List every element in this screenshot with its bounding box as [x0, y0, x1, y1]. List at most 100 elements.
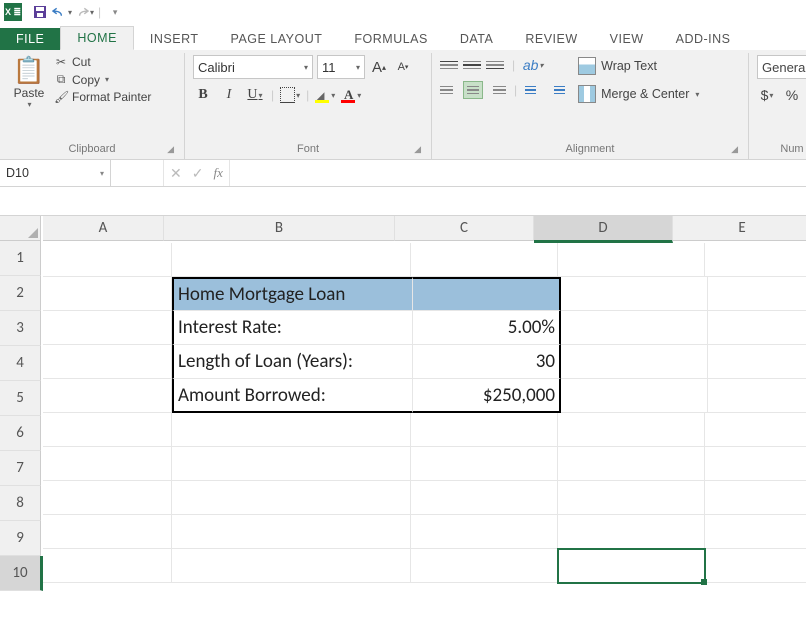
fill-color-button[interactable]: ◢▾: [315, 85, 335, 105]
cell-A8[interactable]: [43, 481, 172, 515]
cell-D3[interactable]: [561, 311, 708, 345]
cell-B10[interactable]: [172, 549, 411, 583]
enter-formula-icon[interactable]: ✓: [192, 165, 204, 182]
row-header-7[interactable]: 7: [0, 451, 41, 486]
clipboard-launcher-icon[interactable]: ◢: [167, 144, 174, 155]
name-box[interactable]: D10▾: [0, 160, 111, 186]
row-header-5[interactable]: 5: [0, 381, 41, 416]
cell-D9[interactable]: [558, 515, 705, 549]
tab-page-layout[interactable]: PAGE LAYOUT: [215, 28, 339, 50]
format-painter-button[interactable]: 🖌Format Painter: [54, 90, 151, 104]
align-bottom-button[interactable]: [486, 57, 504, 73]
percent-format-button[interactable]: %: [782, 85, 802, 105]
align-right-button[interactable]: [488, 82, 506, 98]
cell-E10[interactable]: [705, 549, 806, 583]
cell-A1[interactable]: [43, 243, 172, 277]
cell-E2[interactable]: [708, 277, 806, 311]
cell-B7[interactable]: [172, 447, 411, 481]
redo-icon[interactable]: ▾: [74, 2, 94, 22]
save-icon[interactable]: [30, 2, 50, 22]
col-header-B[interactable]: B: [164, 216, 395, 241]
cell-C10[interactable]: [411, 549, 558, 583]
cell-A3[interactable]: [43, 311, 172, 345]
col-header-C[interactable]: C: [395, 216, 534, 241]
cancel-formula-icon[interactable]: ✕: [170, 165, 182, 182]
tab-review[interactable]: REVIEW: [509, 28, 593, 50]
cell-C4[interactable]: 30: [413, 345, 561, 379]
cell-A9[interactable]: [43, 515, 172, 549]
cell-C7[interactable]: [411, 447, 558, 481]
cell-D1[interactable]: [558, 243, 705, 277]
cell-C5[interactable]: $250,000: [413, 379, 561, 413]
row-header-6[interactable]: 6: [0, 416, 41, 451]
cell-A7[interactable]: [43, 447, 172, 481]
merge-center-button[interactable]: Merge & Center▾: [574, 83, 703, 105]
cell-C2[interactable]: [413, 277, 561, 311]
cell-E8[interactable]: [705, 481, 806, 515]
cell-A6[interactable]: [43, 413, 172, 447]
align-center-button[interactable]: [463, 81, 483, 99]
row-header-2[interactable]: 2: [0, 276, 41, 311]
formula-input[interactable]: [230, 160, 806, 186]
align-middle-button[interactable]: [463, 57, 481, 73]
font-color-button[interactable]: A▾: [341, 85, 361, 105]
cell-E4[interactable]: [708, 345, 806, 379]
cell-D10[interactable]: [558, 549, 705, 583]
row-header-10[interactable]: 10: [0, 556, 43, 591]
row-header-3[interactable]: 3: [0, 311, 41, 346]
wrap-text-button[interactable]: Wrap Text: [574, 55, 703, 77]
cell-D4[interactable]: [561, 345, 708, 379]
select-all-corner[interactable]: [0, 216, 41, 241]
row-header-9[interactable]: 9: [0, 521, 41, 556]
cell-E9[interactable]: [705, 515, 806, 549]
cell-A10[interactable]: [43, 549, 172, 583]
tab-view[interactable]: VIEW: [594, 28, 660, 50]
col-header-A[interactable]: A: [43, 216, 164, 241]
cell-B9[interactable]: [172, 515, 411, 549]
cell-B1[interactable]: [172, 243, 411, 277]
cell-C6[interactable]: [411, 413, 558, 447]
col-header-D[interactable]: D: [534, 216, 673, 243]
cell-E6[interactable]: [705, 413, 806, 447]
tab-home[interactable]: HOME: [60, 26, 134, 50]
grow-font-button[interactable]: A▴: [369, 57, 389, 77]
cut-button[interactable]: ✂Cut: [54, 55, 151, 69]
cell-D5[interactable]: [561, 379, 708, 413]
cell-B2[interactable]: Home Mortgage Loan: [172, 277, 413, 311]
fx-icon[interactable]: fx: [213, 165, 222, 181]
underline-button[interactable]: U▾: [245, 85, 265, 105]
cell-A2[interactable]: [43, 277, 172, 311]
tab-addins[interactable]: ADD-INS: [660, 28, 747, 50]
cell-D2[interactable]: [561, 277, 708, 311]
cell-C8[interactable]: [411, 481, 558, 515]
align-left-button[interactable]: [440, 82, 458, 98]
italic-button[interactable]: I: [219, 85, 239, 105]
undo-icon[interactable]: ▾: [52, 2, 72, 22]
cell-C1[interactable]: [411, 243, 558, 277]
cell-A5[interactable]: [43, 379, 172, 413]
font-launcher-icon[interactable]: ◢: [414, 144, 421, 155]
qat-customize-icon[interactable]: ▾: [105, 2, 125, 22]
tab-insert[interactable]: INSERT: [134, 28, 215, 50]
shrink-font-button[interactable]: A▾: [393, 57, 413, 77]
tab-data[interactable]: DATA: [444, 28, 509, 50]
border-button[interactable]: ▾: [280, 85, 300, 105]
cell-B8[interactable]: [172, 481, 411, 515]
cell-E7[interactable]: [705, 447, 806, 481]
cell-D7[interactable]: [558, 447, 705, 481]
col-header-E[interactable]: E: [673, 216, 806, 241]
cell-C3[interactable]: 5.00%: [413, 311, 561, 345]
font-size-combo[interactable]: 11▾: [317, 55, 365, 79]
row-header-8[interactable]: 8: [0, 486, 41, 521]
accounting-format-button[interactable]: $▾: [757, 85, 777, 105]
cell-C9[interactable]: [411, 515, 558, 549]
cell-E1[interactable]: [705, 243, 806, 277]
cell-E5[interactable]: [708, 379, 806, 413]
increase-indent-button[interactable]: [548, 82, 566, 98]
align-top-button[interactable]: [440, 57, 458, 73]
cell-D6[interactable]: [558, 413, 705, 447]
bold-button[interactable]: B: [193, 85, 213, 105]
cell-B5[interactable]: Amount Borrowed:: [172, 379, 413, 413]
cell-B3[interactable]: Interest Rate:: [172, 311, 413, 345]
paste-button[interactable]: 📋 Paste ▾: [8, 55, 50, 109]
